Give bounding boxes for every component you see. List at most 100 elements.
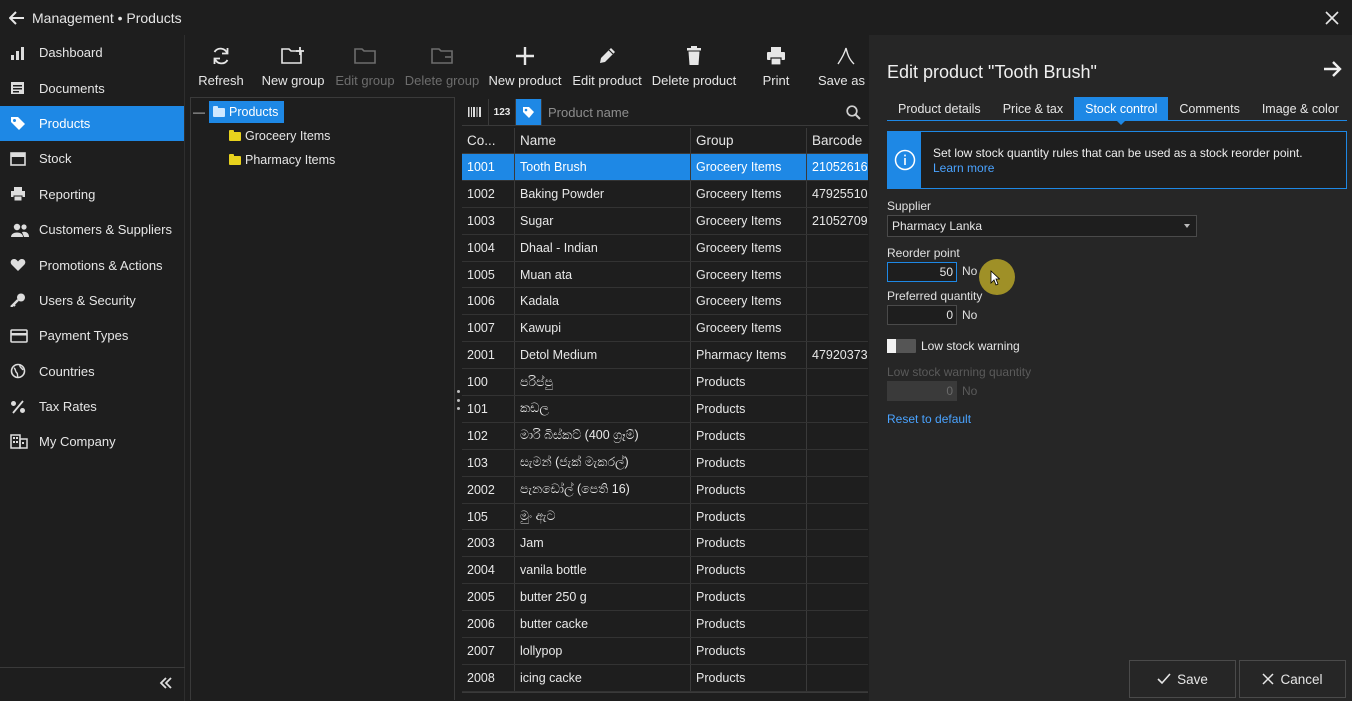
- table-row[interactable]: 100 පරිප්පු Products: [462, 369, 868, 397]
- table-row[interactable]: 2003 Jam Products: [462, 530, 868, 558]
- close-button[interactable]: [1320, 6, 1344, 30]
- table-scrollbar[interactable]: [462, 692, 868, 701]
- table-row[interactable]: 2006 butter cacke Products: [462, 611, 868, 639]
- preferred-quantity-input[interactable]: [887, 305, 957, 325]
- table-row[interactable]: 2008 icing cacke Products: [462, 664, 868, 692]
- sidebar-item-products[interactable]: Products: [0, 105, 184, 142]
- cancel-label: Cancel: [1280, 671, 1323, 687]
- column-header-group[interactable]: Group: [691, 128, 807, 153]
- pencil-icon: [597, 43, 617, 69]
- cancel-button[interactable]: Cancel: [1239, 660, 1346, 698]
- tab-image-color[interactable]: Image & color: [1251, 97, 1350, 120]
- delete-product-button[interactable]: Delete product: [648, 35, 740, 93]
- cell-name: Kadala: [515, 288, 691, 315]
- search-button[interactable]: [838, 99, 868, 125]
- table-row[interactable]: 1001Tooth BrushGroceery Items 210526162: [462, 154, 868, 181]
- plus-icon: [515, 43, 535, 69]
- table-row[interactable]: 1004 Dhaal - Indian Groceery Items: [462, 234, 868, 262]
- print-button[interactable]: Print: [740, 35, 812, 93]
- table-row[interactable]: 103 සැමන් (ජැක් මැකරල්) Products: [462, 449, 868, 477]
- cell-group: Groceery Items: [691, 180, 807, 207]
- column-header-name[interactable]: Name: [515, 128, 691, 153]
- table-row[interactable]: 1006 Kadala Groceery Items: [462, 288, 868, 316]
- learn-more-link[interactable]: Learn more: [933, 161, 1303, 176]
- product-search-input[interactable]: [542, 99, 838, 125]
- table-row[interactable]: 2007 lollypop Products: [462, 638, 868, 665]
- sidebar-item-dashboard[interactable]: Dashboard: [0, 35, 184, 70]
- table-row[interactable]: 105 මුං ඇට Products: [462, 503, 868, 531]
- close-panel-button[interactable]: [1322, 60, 1342, 81]
- sidebar-item-stock[interactable]: Stock: [0, 141, 184, 176]
- tab-comments[interactable]: Comments: [1168, 97, 1250, 120]
- edit-product-button[interactable]: Edit product: [566, 35, 648, 93]
- tag-icon: [10, 115, 30, 131]
- sidebar-item-label: Promotions & Actions: [39, 257, 163, 273]
- barcode-filter-button[interactable]: [462, 99, 489, 125]
- new-group-button[interactable]: New group: [256, 35, 330, 93]
- table-row[interactable]: 2004 vanila bottle Products: [462, 557, 868, 585]
- column-header-code[interactable]: Co...: [462, 128, 515, 153]
- edit-group-button[interactable]: Edit group: [330, 35, 400, 93]
- supplier-select[interactable]: Pharmacy Lanka: [887, 215, 1197, 237]
- table-row[interactable]: 1007 Kawupi Groceery Items: [462, 315, 868, 343]
- column-header-barcode[interactable]: Barcode: [807, 128, 868, 153]
- name-filter-button[interactable]: [516, 99, 542, 125]
- table-row[interactable]: 1005 Muan ata Groceery Items: [462, 261, 868, 289]
- cell-group: Products: [691, 503, 807, 530]
- tag-icon: [523, 106, 534, 118]
- arrow-right-icon: [1324, 61, 1342, 77]
- cell-group: Groceery Items: [691, 261, 807, 288]
- sidebar-item-customers-suppliers[interactable]: Customers & Suppliers: [0, 212, 184, 247]
- back-button[interactable]: [2, 0, 32, 35]
- tab-product-details[interactable]: Product details: [887, 97, 992, 120]
- tree-item-pharmacy-items[interactable]: Pharmacy Items: [229, 153, 335, 167]
- table-row[interactable]: 2001Detol MediumPharmacy Items 479203731: [462, 342, 868, 370]
- save-as-pdf-button[interactable]: Save as PI: [812, 35, 869, 93]
- cell-barcode: 210527095: [812, 213, 868, 228]
- cell-name: Tooth Brush: [515, 154, 691, 180]
- delete-group-button[interactable]: Delete group: [400, 35, 484, 93]
- sidebar-item-documents[interactable]: Documents: [0, 70, 184, 105]
- reset-to-default-link[interactable]: Reset to default: [887, 412, 971, 426]
- cell-group: Groceery Items: [691, 315, 807, 342]
- cell-group: Products: [691, 369, 807, 396]
- table-row[interactable]: 1003SugarGroceery Items 210527095: [462, 207, 868, 235]
- new-product-button[interactable]: New product: [484, 35, 566, 93]
- collapse-tree-toggle[interactable]: —: [193, 105, 205, 119]
- globe-icon: [10, 363, 30, 379]
- sidebar-item-countries[interactable]: Countries: [0, 354, 184, 389]
- sidebar-item-my-company[interactable]: My Company: [0, 424, 184, 459]
- save-button[interactable]: Save: [1129, 660, 1236, 698]
- table-row[interactable]: 101 කඩල Products: [462, 396, 868, 423]
- cell-barcode: [807, 369, 868, 395]
- table-body: 1001Tooth BrushGroceery Items21052616210…: [462, 154, 868, 692]
- reorder-point-input[interactable]: [887, 262, 957, 282]
- chevron-down-icon: [1184, 224, 1190, 228]
- sidebar-item-promotions[interactable]: Promotions & Actions: [0, 247, 184, 282]
- cell-name: Detol Medium: [515, 342, 691, 369]
- sidebar-item-label: Reporting: [39, 186, 96, 202]
- table-row[interactable]: 102 මාරි බිස්කට් (400 ග්‍රෑම්) Products: [462, 422, 868, 450]
- tab-price-tax[interactable]: Price & tax: [992, 97, 1074, 120]
- refresh-button[interactable]: Refresh: [186, 35, 256, 93]
- tree-item-products[interactable]: Products: [209, 101, 285, 123]
- table-row[interactable]: 2005 butter 250 g Products: [462, 584, 868, 612]
- sidebar-item-payment-types[interactable]: Payment Types: [0, 318, 184, 353]
- low-stock-warning-toggle[interactable]: [887, 339, 916, 353]
- table-row[interactable]: 1002Baking PowderGroceery Items 479255103: [462, 180, 868, 208]
- sidebar-item-label: Stock: [39, 151, 72, 167]
- code-filter-button[interactable]: 123: [489, 99, 516, 125]
- refresh-label: Refresh: [198, 73, 244, 88]
- panel-splitter[interactable]: [456, 390, 460, 410]
- collapse-sidebar-button[interactable]: [159, 676, 173, 693]
- tab-stock-control[interactable]: Stock control: [1074, 97, 1169, 125]
- cell-barcode: 479203731: [812, 348, 868, 363]
- table-row[interactable]: 2002 පැනඩෝල් (පෙති 16) Products: [462, 476, 868, 504]
- folder-icon: [229, 129, 241, 141]
- sidebar-item-tax-rates[interactable]: Tax Rates: [0, 389, 184, 424]
- sidebar-item-reporting[interactable]: Reporting: [0, 177, 184, 212]
- cell-code: 2005: [462, 584, 515, 611]
- tree-root[interactable]: — Products: [193, 101, 285, 123]
- sidebar-item-users-security[interactable]: Users & Security: [0, 283, 184, 318]
- tree-item-groceery-items[interactable]: Groceery Items: [229, 129, 330, 143]
